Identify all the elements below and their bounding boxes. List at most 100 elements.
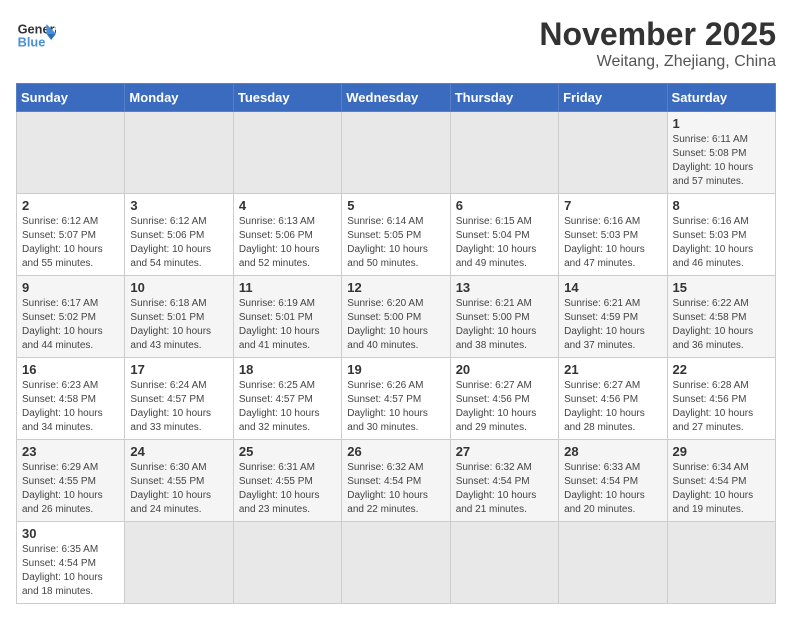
day-number: 23 (22, 444, 119, 459)
cell-info: Sunrise: 6:33 AMSunset: 4:54 PMDaylight:… (564, 461, 661, 517)
day-number: 7 (564, 198, 661, 213)
day-number: 21 (564, 362, 661, 377)
calendar-row: 23 Sunrise: 6:29 AMSunset: 4:55 PMDaylig… (17, 440, 776, 522)
calendar-row: 30 Sunrise: 6:35 AMSunset: 4:54 PMDaylig… (17, 522, 776, 604)
cell-info: Sunrise: 6:13 AMSunset: 5:06 PMDaylight:… (239, 215, 336, 271)
table-row: 2 Sunrise: 6:12 AMSunset: 5:07 PMDayligh… (17, 194, 125, 276)
table-row: 29 Sunrise: 6:34 AMSunset: 4:54 PMDaylig… (667, 440, 775, 522)
cell-info: Sunrise: 6:20 AMSunset: 5:00 PMDaylight:… (347, 297, 444, 353)
table-row: 22 Sunrise: 6:28 AMSunset: 4:56 PMDaylig… (667, 358, 775, 440)
cell-info: Sunrise: 6:34 AMSunset: 4:54 PMDaylight:… (673, 461, 770, 517)
cell-info: Sunrise: 6:26 AMSunset: 4:57 PMDaylight:… (347, 379, 444, 435)
day-number: 18 (239, 362, 336, 377)
cell-info: Sunrise: 6:16 AMSunset: 5:03 PMDaylight:… (564, 215, 661, 271)
table-row: 20 Sunrise: 6:27 AMSunset: 4:56 PMDaylig… (450, 358, 558, 440)
table-row: 24 Sunrise: 6:30 AMSunset: 4:55 PMDaylig… (125, 440, 233, 522)
table-row: 13 Sunrise: 6:21 AMSunset: 5:00 PMDaylig… (450, 276, 558, 358)
cell-info: Sunrise: 6:16 AMSunset: 5:03 PMDaylight:… (673, 215, 770, 271)
cell-info: Sunrise: 6:12 AMSunset: 5:06 PMDaylight:… (130, 215, 227, 271)
cell-info: Sunrise: 6:18 AMSunset: 5:01 PMDaylight:… (130, 297, 227, 353)
day-number: 20 (456, 362, 553, 377)
cell-info: Sunrise: 6:12 AMSunset: 5:07 PMDaylight:… (22, 215, 119, 271)
table-row: 26 Sunrise: 6:32 AMSunset: 4:54 PMDaylig… (342, 440, 450, 522)
calendar-row: 1 Sunrise: 6:11 AMSunset: 5:08 PMDayligh… (17, 112, 776, 194)
header-sunday: Sunday (17, 84, 125, 112)
cell-info: Sunrise: 6:31 AMSunset: 4:55 PMDaylight:… (239, 461, 336, 517)
day-number: 26 (347, 444, 444, 459)
table-row: 6 Sunrise: 6:15 AMSunset: 5:04 PMDayligh… (450, 194, 558, 276)
table-row: 28 Sunrise: 6:33 AMSunset: 4:54 PMDaylig… (559, 440, 667, 522)
day-number: 22 (673, 362, 770, 377)
table-row: 17 Sunrise: 6:24 AMSunset: 4:57 PMDaylig… (125, 358, 233, 440)
cell-info: Sunrise: 6:32 AMSunset: 4:54 PMDaylight:… (456, 461, 553, 517)
table-row (559, 522, 667, 604)
day-number: 2 (22, 198, 119, 213)
cell-info: Sunrise: 6:28 AMSunset: 4:56 PMDaylight:… (673, 379, 770, 435)
day-number: 28 (564, 444, 661, 459)
table-row (450, 522, 558, 604)
table-row: 11 Sunrise: 6:19 AMSunset: 5:01 PMDaylig… (233, 276, 341, 358)
day-number: 14 (564, 280, 661, 295)
table-row: 16 Sunrise: 6:23 AMSunset: 4:58 PMDaylig… (17, 358, 125, 440)
table-row: 25 Sunrise: 6:31 AMSunset: 4:55 PMDaylig… (233, 440, 341, 522)
day-number: 25 (239, 444, 336, 459)
table-row: 7 Sunrise: 6:16 AMSunset: 5:03 PMDayligh… (559, 194, 667, 276)
table-row: 15 Sunrise: 6:22 AMSunset: 4:58 PMDaylig… (667, 276, 775, 358)
table-row (450, 112, 558, 194)
table-row (342, 522, 450, 604)
day-number: 17 (130, 362, 227, 377)
table-row (233, 112, 341, 194)
cell-info: Sunrise: 6:23 AMSunset: 4:58 PMDaylight:… (22, 379, 119, 435)
table-row (125, 522, 233, 604)
table-row: 5 Sunrise: 6:14 AMSunset: 5:05 PMDayligh… (342, 194, 450, 276)
table-row: 30 Sunrise: 6:35 AMSunset: 4:54 PMDaylig… (17, 522, 125, 604)
day-number: 16 (22, 362, 119, 377)
table-row: 19 Sunrise: 6:26 AMSunset: 4:57 PMDaylig… (342, 358, 450, 440)
day-number: 1 (673, 116, 770, 131)
day-number: 4 (239, 198, 336, 213)
header-saturday: Saturday (667, 84, 775, 112)
cell-info: Sunrise: 6:14 AMSunset: 5:05 PMDaylight:… (347, 215, 444, 271)
table-row: 4 Sunrise: 6:13 AMSunset: 5:06 PMDayligh… (233, 194, 341, 276)
table-row: 3 Sunrise: 6:12 AMSunset: 5:06 PMDayligh… (125, 194, 233, 276)
day-number: 13 (456, 280, 553, 295)
table-row: 27 Sunrise: 6:32 AMSunset: 4:54 PMDaylig… (450, 440, 558, 522)
cell-info: Sunrise: 6:21 AMSunset: 5:00 PMDaylight:… (456, 297, 553, 353)
day-number: 24 (130, 444, 227, 459)
month-title: November 2025 (539, 16, 776, 53)
weekday-header-row: Sunday Monday Tuesday Wednesday Thursday… (17, 84, 776, 112)
day-number: 11 (239, 280, 336, 295)
cell-info: Sunrise: 6:29 AMSunset: 4:55 PMDaylight:… (22, 461, 119, 517)
table-row (233, 522, 341, 604)
cell-info: Sunrise: 6:17 AMSunset: 5:02 PMDaylight:… (22, 297, 119, 353)
day-number: 19 (347, 362, 444, 377)
day-number: 27 (456, 444, 553, 459)
cell-info: Sunrise: 6:30 AMSunset: 4:55 PMDaylight:… (130, 461, 227, 517)
day-number: 30 (22, 526, 119, 541)
table-row: 9 Sunrise: 6:17 AMSunset: 5:02 PMDayligh… (17, 276, 125, 358)
day-number: 9 (22, 280, 119, 295)
header-monday: Monday (125, 84, 233, 112)
table-row (342, 112, 450, 194)
table-row: 8 Sunrise: 6:16 AMSunset: 5:03 PMDayligh… (667, 194, 775, 276)
logo-icon: General Blue (16, 16, 56, 56)
table-row: 18 Sunrise: 6:25 AMSunset: 4:57 PMDaylig… (233, 358, 341, 440)
cell-info: Sunrise: 6:22 AMSunset: 4:58 PMDaylight:… (673, 297, 770, 353)
table-row: 10 Sunrise: 6:18 AMSunset: 5:01 PMDaylig… (125, 276, 233, 358)
calendar-row: 2 Sunrise: 6:12 AMSunset: 5:07 PMDayligh… (17, 194, 776, 276)
cell-info: Sunrise: 6:11 AMSunset: 5:08 PMDaylight:… (673, 133, 770, 189)
table-row (17, 112, 125, 194)
cell-info: Sunrise: 6:25 AMSunset: 4:57 PMDaylight:… (239, 379, 336, 435)
day-number: 12 (347, 280, 444, 295)
cell-info: Sunrise: 6:15 AMSunset: 5:04 PMDaylight:… (456, 215, 553, 271)
calendar-row: 16 Sunrise: 6:23 AMSunset: 4:58 PMDaylig… (17, 358, 776, 440)
table-row: 14 Sunrise: 6:21 AMSunset: 4:59 PMDaylig… (559, 276, 667, 358)
calendar-row: 9 Sunrise: 6:17 AMSunset: 5:02 PMDayligh… (17, 276, 776, 358)
table-row (559, 112, 667, 194)
header-tuesday: Tuesday (233, 84, 341, 112)
day-number: 8 (673, 198, 770, 213)
logo: General Blue (16, 16, 56, 56)
day-number: 3 (130, 198, 227, 213)
table-row: 23 Sunrise: 6:29 AMSunset: 4:55 PMDaylig… (17, 440, 125, 522)
location: Weitang, Zhejiang, China (539, 53, 776, 71)
